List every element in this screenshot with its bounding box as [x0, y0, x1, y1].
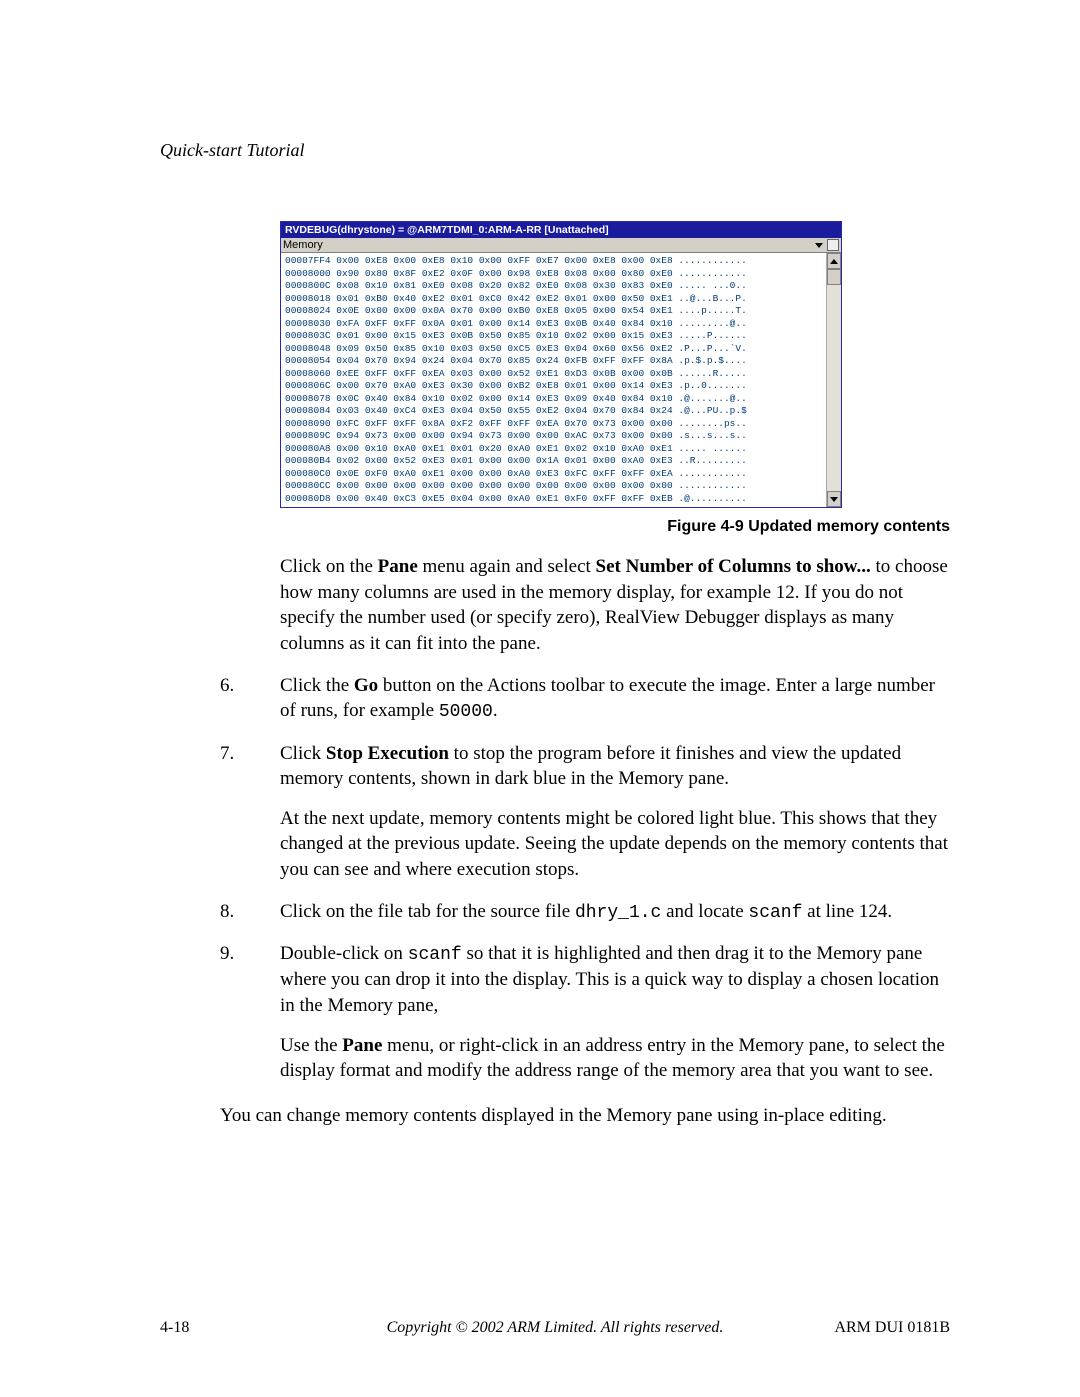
scrollbar-vertical: [826, 253, 841, 507]
memory-toolbar-label: Memory: [283, 239, 323, 251]
dropdown-icon: [815, 243, 823, 248]
step-9: 9. Double-click on scanf so that it is h…: [220, 941, 950, 1084]
footer-copyright: Copyright © 2002 ARM Limited. All rights…: [300, 1319, 810, 1337]
scroll-down-icon: [827, 491, 841, 507]
step-6: 6. Click the Go button on the Actions to…: [220, 673, 950, 725]
text: .: [493, 700, 498, 721]
memory-window-toolbar: Memory: [281, 238, 841, 253]
step-number: 8.: [220, 899, 280, 925]
scroll-thumb: [827, 269, 841, 285]
window-control-icon: [827, 239, 839, 251]
figure-caption: Figure 4-9 Updated memory contents: [160, 518, 950, 536]
runs-value: 50000: [439, 702, 493, 722]
pane-menu-ref: Pane: [378, 556, 418, 577]
figure-memory-window: RVDEBUG(dhrystone) = @ARM7TDMI_0:ARM-A-R…: [280, 221, 950, 508]
text: At the next update, memory contents migh…: [280, 806, 950, 883]
go-button-ref: Go: [354, 675, 378, 696]
step-7: 7. Click Stop Execution to stop the prog…: [220, 741, 950, 883]
text: and locate: [661, 901, 748, 922]
scroll-up-icon: [827, 253, 841, 269]
symbol-name: scanf: [748, 903, 802, 923]
text: Double-click on: [280, 943, 408, 964]
memory-window-title: RVDEBUG(dhrystone) = @ARM7TDMI_0:ARM-A-R…: [281, 222, 841, 238]
text: at line 124.: [802, 901, 892, 922]
steps-list: 6. Click the Go button on the Actions to…: [220, 673, 950, 1084]
text: Click the: [280, 675, 354, 696]
stop-execution-ref: Stop Execution: [326, 743, 449, 764]
footer-doc-id: ARM DUI 0181B: [810, 1319, 950, 1337]
text: menu again and select: [418, 556, 596, 577]
running-head: Quick-start Tutorial: [160, 140, 950, 161]
memory-window: RVDEBUG(dhrystone) = @ARM7TDMI_0:ARM-A-R…: [280, 221, 842, 508]
step-number: 7.: [220, 741, 280, 883]
text: Click: [280, 743, 326, 764]
paragraph-after-figure: Click on the Pane menu again and select …: [280, 554, 950, 657]
closing-paragraph: You can change memory contents displayed…: [220, 1103, 950, 1129]
footer-page-number: 4-18: [160, 1319, 300, 1337]
step-8: 8. Click on the file tab for the source …: [220, 899, 950, 925]
file-name: dhry_1.c: [575, 903, 661, 923]
symbol-name: scanf: [408, 945, 462, 965]
page-footer: 4-18 Copyright © 2002 ARM Limited. All r…: [160, 1319, 950, 1337]
text: Click on the: [280, 556, 378, 577]
set-columns-ref: Set Number of Columns to show...: [596, 556, 871, 577]
text: Click on the file tab for the source fil…: [280, 901, 575, 922]
step-number: 9.: [220, 941, 280, 1084]
step-number: 6.: [220, 673, 280, 725]
text: button on the Actions toolbar to execute…: [280, 675, 935, 722]
text: Use the: [280, 1035, 342, 1056]
hex-dump: 00007FF4 0x00 0xE8 0x00 0xE8 0x10 0x00 0…: [281, 253, 826, 507]
pane-menu-ref: Pane: [342, 1035, 382, 1056]
